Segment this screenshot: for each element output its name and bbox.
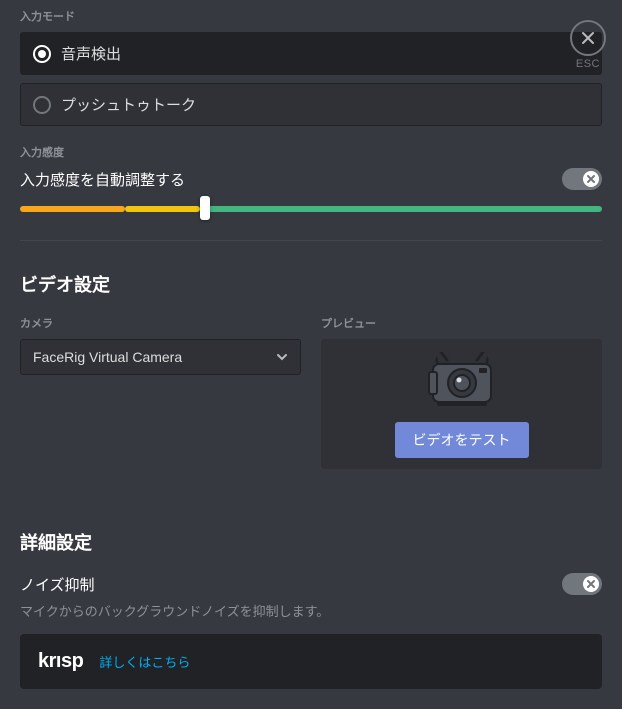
camera-icon	[402, 350, 522, 410]
video-preview: ビデオをテスト	[321, 339, 602, 469]
radio-label: プッシュトゥトーク	[61, 94, 196, 115]
input-sensitivity-label: 入力感度	[20, 144, 602, 160]
camera-select[interactable]: FaceRig Virtual Camera	[20, 339, 301, 375]
noise-suppression-desc: マイクからのバックグラウンドノイズを抑制します。	[20, 601, 602, 620]
slider-handle[interactable]	[200, 196, 210, 220]
sensitivity-slider[interactable]	[20, 200, 602, 216]
camera-value: FaceRig Virtual Camera	[33, 349, 182, 365]
noise-suppression-label: ノイズ抑制	[20, 574, 95, 595]
radio-voice-activity[interactable]: 音声検出	[20, 32, 602, 75]
x-icon	[586, 579, 596, 589]
divider	[20, 240, 602, 241]
chevron-down-icon	[276, 351, 288, 363]
video-settings-title: ビデオ設定	[20, 271, 602, 297]
auto-sensitivity-toggle[interactable]	[562, 168, 602, 190]
krisp-learn-more-link[interactable]: 詳しくはこちら	[99, 652, 190, 671]
camera-label: カメラ	[20, 315, 301, 331]
radio-label: 音声検出	[61, 43, 121, 64]
radio-icon	[33, 96, 51, 114]
close-label: ESC	[576, 58, 600, 70]
krisp-logo: krısp	[38, 650, 83, 673]
radio-push-to-talk[interactable]: プッシュトゥトーク	[20, 83, 602, 126]
x-icon	[586, 174, 596, 184]
preview-label: プレビュー	[321, 315, 602, 331]
radio-icon	[33, 45, 51, 63]
krisp-banner: krısp 詳しくはこちら	[20, 634, 602, 689]
close-icon	[580, 30, 596, 46]
close-button[interactable]	[570, 20, 606, 56]
input-mode-label: 入力モード	[20, 8, 602, 24]
noise-suppression-toggle[interactable]	[562, 573, 602, 595]
auto-sensitivity-label: 入力感度を自動調整する	[20, 169, 185, 190]
advanced-title: 詳細設定	[20, 529, 602, 555]
test-video-button[interactable]: ビデオをテスト	[395, 422, 529, 458]
